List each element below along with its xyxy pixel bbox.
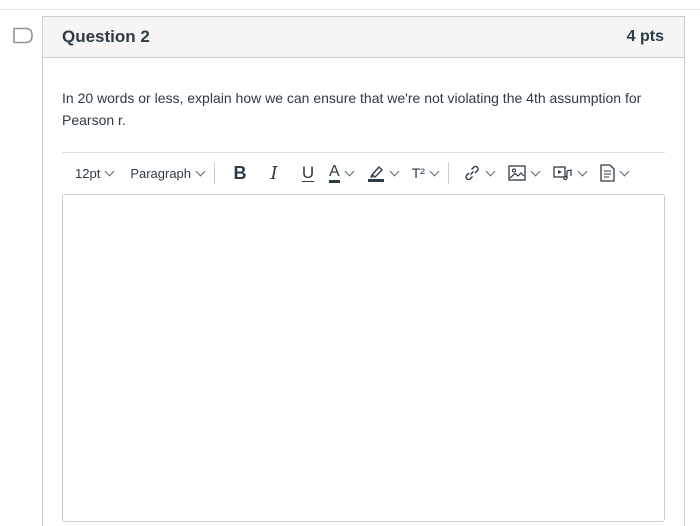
document-icon <box>600 164 615 182</box>
rich-text-toolbar: 12pt Paragraph B I U A T² <box>62 159 665 187</box>
superscript-button[interactable]: T² <box>411 159 440 187</box>
media-button[interactable] <box>553 159 588 187</box>
italic-icon: I <box>270 162 278 184</box>
question-title: Question 2 <box>62 27 150 46</box>
bold-icon: B <box>233 162 247 183</box>
text-color-icon: A <box>329 163 340 183</box>
link-icon <box>465 165 479 181</box>
bold-button[interactable]: B <box>227 159 253 187</box>
superscript-icon: T² <box>411 165 425 181</box>
top-divider <box>0 9 700 10</box>
image-button[interactable] <box>508 159 541 187</box>
chevron-down-icon <box>104 166 115 176</box>
highlighter-icon <box>367 166 384 182</box>
media-icon <box>553 166 572 181</box>
underline-icon: U <box>301 163 315 182</box>
question-text: In 20 words or less, explain how we can … <box>62 90 642 128</box>
image-icon <box>508 165 526 181</box>
block-format-value: Paragraph <box>130 165 192 181</box>
question-card: Question 2 4 pts In 20 words or less, ex… <box>42 16 685 526</box>
font-size-value: 12pt <box>75 165 101 181</box>
flag-question-icon[interactable] <box>12 27 34 44</box>
question-points: 4 pts <box>626 28 664 45</box>
toolbar-divider <box>62 152 665 153</box>
underline-button[interactable]: U <box>295 159 321 187</box>
toolbar-separator <box>214 162 216 184</box>
block-format-dropdown[interactable]: Paragraph <box>130 159 206 187</box>
chevron-down-icon <box>429 166 440 176</box>
chevron-down-icon <box>485 166 496 176</box>
link-button[interactable] <box>463 159 496 187</box>
chevron-down-icon <box>389 166 400 176</box>
italic-button[interactable]: I <box>261 159 287 187</box>
chevron-down-icon <box>344 166 355 176</box>
answer-editor[interactable] <box>62 194 665 522</box>
font-size-dropdown[interactable]: 12pt <box>75 159 115 187</box>
highlight-color-button[interactable] <box>367 159 400 187</box>
chevron-down-icon <box>195 166 206 176</box>
chevron-down-icon <box>530 166 541 176</box>
document-button[interactable] <box>600 159 630 187</box>
toolbar-separator <box>447 162 449 184</box>
chevron-down-icon <box>619 166 630 176</box>
question-header: Question 2 4 pts <box>43 17 684 58</box>
text-color-button[interactable]: A <box>329 159 355 187</box>
chevron-down-icon <box>577 166 588 176</box>
